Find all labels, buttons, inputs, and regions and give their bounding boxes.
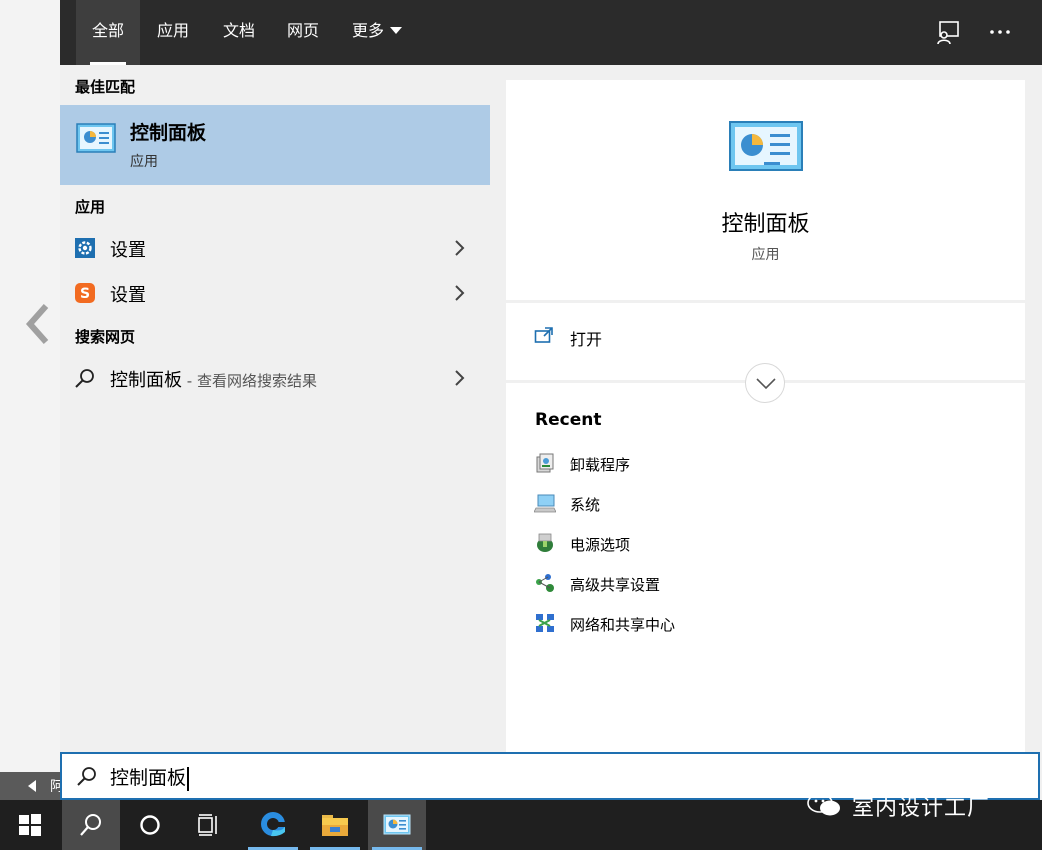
more-options-icon[interactable] [986,18,1014,46]
web-search-heading: 搜索网页 [75,328,136,346]
chevron-down-icon [756,378,776,390]
chevron-right-icon[interactable] [452,239,466,257]
search-input[interactable]: 控制面板 [110,763,190,791]
svg-text:S: S [80,286,90,302]
divider [506,300,1025,303]
expand-button[interactable] [745,363,785,403]
uninstall-program-icon [536,453,554,473]
apps-heading: 应用 [75,198,106,216]
detail-title: 控制面板 [721,212,810,237]
open-label: 打开 [570,330,603,349]
control-panel-icon [383,814,411,835]
open-action[interactable]: 打开 [534,324,834,354]
recent-item-power[interactable]: 电源选项 [534,532,934,558]
detail-subtitle: 应用 [751,247,780,263]
taskbar-search[interactable] [62,800,120,850]
sharing-settings-icon [536,574,554,592]
results-list: 最佳匹配 控制面板 应用 应用 设置 S 设置 搜索网页 控制面板 - 查看网络… [60,65,490,752]
best-match-subtitle: 应用 [130,154,158,170]
file-explorer-app[interactable] [306,800,364,850]
wechat-icon [807,793,840,816]
text-cursor [187,766,190,791]
recent-item-sharing[interactable]: 高级共享设置 [534,572,934,598]
system-icon [534,494,556,513]
search-icon [75,369,94,388]
recent-heading: Recent [535,410,602,430]
recent-item-label: 电源选项 [570,536,631,554]
recent-item-system[interactable]: 系统 [534,492,934,518]
tab-label: 文档 [222,21,255,40]
control-panel-app[interactable] [368,800,426,850]
tab-web[interactable]: 网页 [272,0,334,65]
best-match-item[interactable]: 控制面板 应用 [60,105,490,185]
app-result-label: 设置 [110,285,146,306]
open-external-icon [534,327,553,343]
search-filter-bar: 全部 应用 文档 网页 更多 [60,0,1042,65]
sogou-settings-icon: S [75,283,95,303]
watermark: 室内设计工厂 [806,790,1026,821]
speaker-icon [28,780,36,792]
desktop-window-tab: 阿 [0,772,64,800]
app-result-settings[interactable]: 设置 [60,227,490,269]
recent-item-label: 高级共享设置 [570,576,661,594]
folder-icon [322,815,348,836]
gear-icon [75,238,95,258]
task-view-button[interactable] [180,800,238,850]
edge-icon [261,812,286,837]
tab-label: 应用 [156,21,189,40]
recent-item-label: 系统 [570,496,601,514]
web-result-query: 控制面板 [110,370,182,391]
tab-label: 更多 [351,21,384,40]
chevron-right-icon[interactable] [452,369,466,387]
power-options-icon [537,533,553,552]
web-result-suffix: - 查看网络搜索结果 [182,372,317,390]
back-chevron-icon[interactable] [22,302,52,346]
tab-label: 网页 [286,21,319,40]
chevron-right-icon[interactable] [452,284,466,302]
control-panel-icon [76,123,116,153]
best-match-heading: 最佳匹配 [75,78,136,96]
tab-all[interactable]: 全部 [76,0,140,65]
search-input-value: 控制面板 [110,767,187,789]
feedback-icon[interactable] [934,18,962,46]
control-panel-icon [729,121,803,171]
start-button[interactable] [0,800,58,850]
chevron-down-icon [390,27,402,34]
web-result-label: 控制面板 - 查看网络搜索结果 [110,366,317,392]
detail-pane: 控制面板 应用 打开 Recent 卸载程序 系统 电源选项 高级共享设置 网络… [506,80,1025,752]
recent-item-label: 卸载程序 [570,456,631,474]
tab-documents[interactable]: 文档 [208,0,270,65]
tab-more[interactable]: 更多 [342,0,412,65]
edge-app[interactable] [244,800,302,850]
task-view-icon [198,814,217,836]
recent-item-label: 网络和共享中心 [570,616,676,634]
search-icon [80,814,101,836]
web-search-result[interactable]: 控制面板 - 查看网络搜索结果 [60,357,490,399]
watermark-text: 室内设计工厂 [852,796,991,821]
circle-icon [140,815,160,835]
recent-item-uninstall[interactable]: 卸载程序 [534,452,934,478]
app-result-sogou-settings[interactable]: S 设置 [60,272,490,314]
recent-item-network[interactable]: 网络和共享中心 [534,612,934,638]
network-center-icon [536,614,554,632]
tab-apps[interactable]: 应用 [142,0,204,65]
best-match-title: 控制面板 [130,122,207,144]
cortana-button[interactable] [121,800,179,850]
tab-label: 全部 [91,21,124,40]
search-flyout: 全部 应用 文档 网页 更多 最佳匹配 控制面板 应用 应用 设置 S 设置 搜… [60,0,1042,752]
windows-logo-icon [19,814,41,836]
search-icon [77,767,96,786]
desktop-background [0,0,60,800]
app-result-label: 设置 [110,240,146,261]
